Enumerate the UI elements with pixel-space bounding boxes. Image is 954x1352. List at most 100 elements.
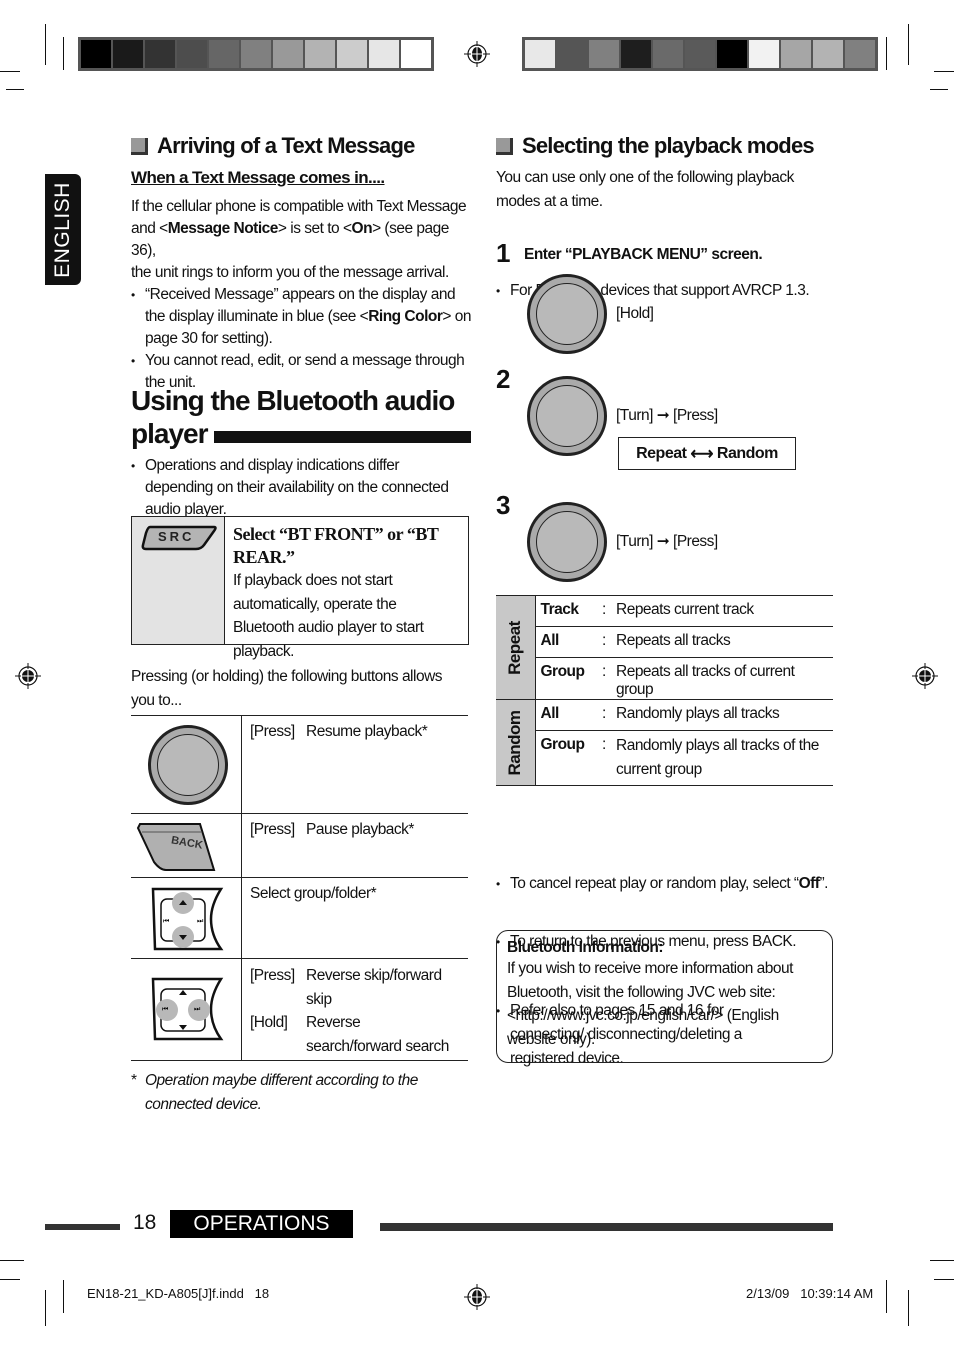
colon: : — [602, 705, 606, 722]
svg-text:⏭: ⏭ — [194, 1005, 201, 1013]
control-knob-icon[interactable] — [527, 376, 607, 456]
crop-mark — [45, 24, 46, 65]
mode-key: All — [540, 632, 560, 649]
action-desc: Select group/folder* — [250, 885, 377, 902]
control-icon-cell: BACK — [131, 814, 242, 877]
color-swatch — [589, 40, 619, 68]
control-icon-cell — [131, 716, 242, 813]
color-swatch — [401, 40, 431, 68]
mode-desc: Randomly plays all tracks — [616, 705, 780, 722]
crop-mark — [45, 1290, 46, 1326]
section-square-icon — [496, 137, 513, 155]
info-body: If you wish to receive more information … — [507, 960, 793, 1048]
svg-text:⏭: ⏭ — [197, 917, 204, 925]
crop-mark — [934, 1279, 954, 1280]
color-swatch — [813, 40, 843, 68]
step-3-number: 3 — [496, 490, 511, 520]
action-desc: Reverse skip/forward skip — [306, 967, 442, 1008]
print-timestamp: 2/13/09 10:39:14 AM — [746, 1286, 874, 1301]
crop-mark — [6, 89, 24, 90]
mode-key: Track — [540, 601, 580, 618]
action-desc: Resume playback* — [306, 723, 428, 740]
left-right-pad-icon[interactable]: ⏮ ⏭ — [149, 975, 225, 1043]
action-label: [Hold] — [250, 1014, 288, 1031]
step-1-number: 1 — [496, 238, 511, 268]
file-name: EN18-21_KD-A805[J]f.indd 18 — [87, 1286, 270, 1301]
footer-rule-left — [45, 1224, 120, 1230]
bullet-item: “Received Message” appears on the displa… — [131, 284, 472, 350]
step-2-number: 2 — [496, 364, 511, 394]
up-down-pad-icon[interactable]: ⏮ ⏭ — [149, 885, 225, 953]
cancel-note: To cancel repeat play or random play, se… — [496, 873, 831, 895]
color-swatch — [241, 40, 271, 68]
bt-audio-title: Using the Bluetooth audio player — [131, 384, 471, 450]
src-instruction-text: Select “BT FRONT” or “BT REAR.” If playb… — [225, 517, 468, 660]
color-swatch — [717, 40, 747, 68]
controls-table: [Press] Resume playback* BACK [Press] Paus… — [131, 715, 468, 1061]
playback-modes-heading: Selecting the playback modes — [496, 133, 815, 159]
color-swatch — [845, 40, 875, 68]
step-1-title: Enter “PLAYBACK MENU” screen. — [524, 246, 763, 263]
option-repeat: Repeat — [636, 444, 687, 462]
action-label: [Press] — [250, 821, 295, 838]
mode-row: Repeat Track : Repeats current track — [496, 595, 833, 700]
color-swatch — [305, 40, 335, 68]
mode-row: All : Repeats all tracks — [496, 627, 833, 658]
control-row: [Press] Resume playback* — [131, 716, 468, 814]
playback-intro: You can use only one of the following pl… — [496, 169, 794, 210]
color-swatch — [113, 40, 143, 68]
colon: : — [602, 601, 606, 618]
color-swatch — [557, 40, 587, 68]
footnote: * Operation maybe different according to… — [131, 1069, 466, 1116]
step-1-action: [Hold] — [616, 305, 654, 322]
color-swatch — [621, 40, 651, 68]
crop-mark — [908, 24, 909, 65]
crop-mark — [930, 89, 948, 90]
page-number: 18 — [133, 1211, 157, 1234]
text-message-body: If the cellular phone is compatible with… — [131, 196, 472, 394]
crop-mark — [63, 1280, 64, 1313]
color-swatch — [337, 40, 367, 68]
bluetooth-info-box: Bluetooth Information: If you wish to re… — [496, 930, 833, 1063]
control-knob-icon[interactable] — [527, 502, 607, 582]
step-2-action: [Turn] ➞ [Press] — [616, 407, 718, 424]
crop-mark — [63, 37, 64, 70]
control-knob-icon[interactable] — [148, 725, 228, 805]
colon: : — [602, 736, 606, 753]
color-swatch — [653, 40, 683, 68]
control-row: ⏮ ⏭ [Press] Reverse skip/forward skip [Hol… — [131, 959, 468, 1061]
action-label: [Press] — [250, 723, 295, 740]
mode-row: Group : Randomly plays all tracks of the… — [496, 731, 833, 786]
control-desc: Select group/folder* — [242, 878, 468, 958]
step-3-action: [Turn] ➞ [Press] — [616, 533, 718, 550]
control-desc: [Press] Reverse skip/forward skip [Hold] R… — [242, 959, 468, 1060]
control-desc: [Press] Pause playback* — [242, 814, 468, 877]
color-swatch — [525, 40, 555, 68]
color-swatch — [273, 40, 303, 68]
select-title: Select “BT FRONT” or “BT REAR.” — [233, 524, 439, 567]
crop-mark — [934, 71, 954, 72]
colon: : — [602, 632, 606, 649]
title-line: player — [131, 417, 471, 450]
language-label: ENGLISH — [51, 181, 74, 278]
intro-line: If the cellular phone is compatible with… — [131, 198, 467, 215]
colon: : — [602, 663, 606, 680]
color-swatch — [749, 40, 779, 68]
select-body: If playback does not start automatically… — [233, 572, 424, 660]
crop-mark — [0, 1279, 20, 1280]
control-icon-cell: ⏮ ⏭ — [131, 959, 242, 1060]
intro-line: and <Message Notice> is set to <On> (see… — [131, 220, 449, 259]
color-swatch — [209, 40, 239, 68]
control-knob-icon[interactable] — [527, 274, 607, 354]
src-instruction-box: SRC Select “BT FRONT” or “BT REAR.” If p… — [131, 516, 469, 660]
info-title: Bluetooth Information: — [507, 939, 664, 956]
repeat-random-box: Repeat ⟷ Random — [618, 437, 796, 470]
option-random: Random — [716, 444, 779, 462]
color-calibration-bar-left — [78, 37, 434, 71]
double-arrow-icon: ⟷ — [690, 445, 713, 463]
mode-desc: Randomly plays all tracks of the current… — [616, 737, 819, 778]
registration-mark-icon — [464, 1284, 490, 1310]
crop-mark — [886, 37, 887, 70]
language-tab: ENGLISH — [45, 174, 81, 285]
mode-key: All — [540, 705, 560, 722]
